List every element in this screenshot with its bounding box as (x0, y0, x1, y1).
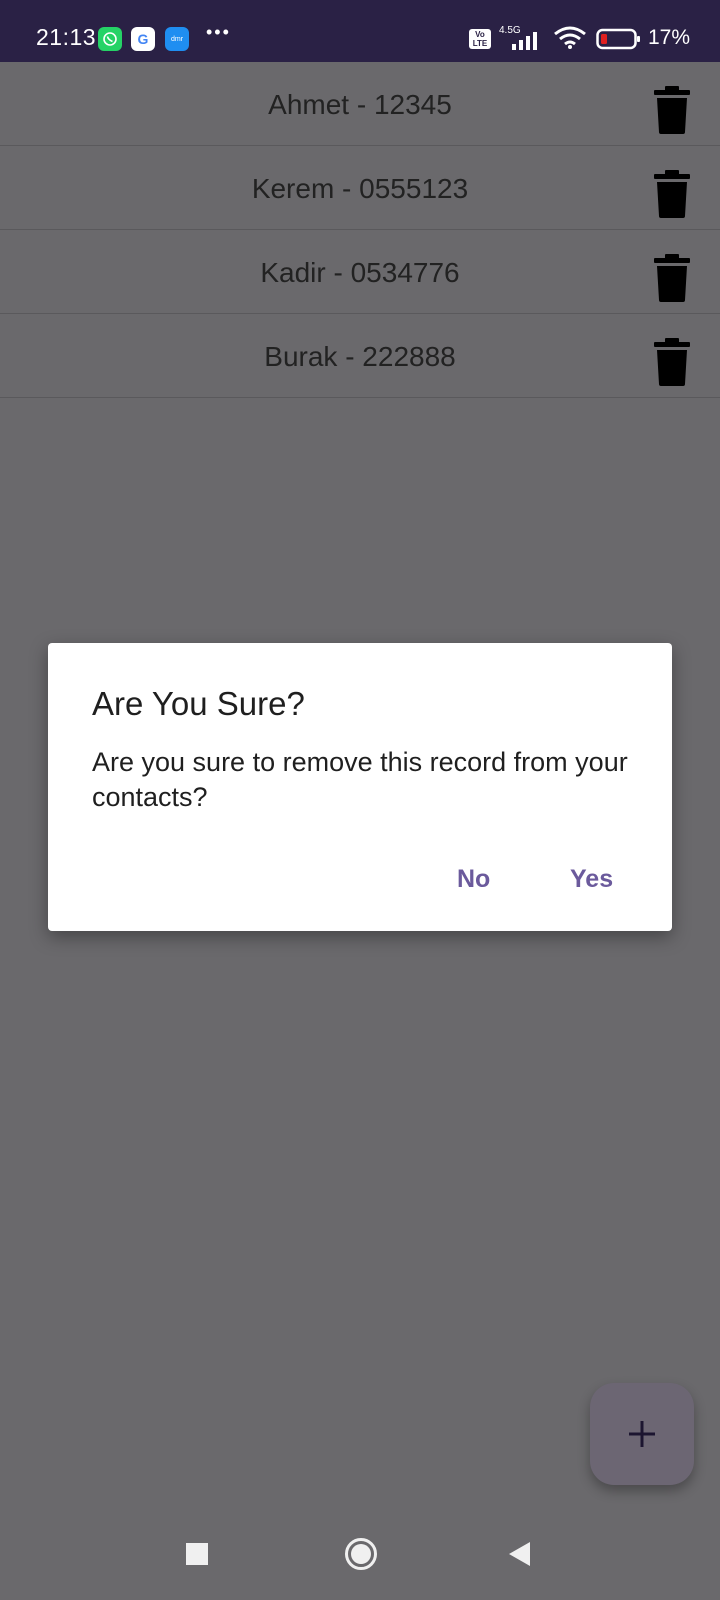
list-item[interactable]: Burak - 222888 (0, 314, 720, 398)
add-contact-button[interactable] (590, 1383, 694, 1485)
wifi-icon (554, 26, 586, 49)
delete-icon[interactable] (654, 254, 690, 302)
list-item[interactable]: Kerem - 0555123 (0, 146, 720, 230)
dialog-message: Are you sure to remove this record from … (92, 747, 628, 812)
status-bar: 21:13 G dmr ••• Vo LTE 4.5G 17% (0, 0, 720, 62)
google-icon: G (131, 27, 155, 51)
volte-badge: Vo LTE (469, 29, 491, 49)
contact-list: Ahmet - 12345 Kerem - 0555123 Kadir - 05… (0, 62, 720, 398)
confirm-dialog: Are You Sure? Are you sure to remove thi… (48, 643, 672, 931)
home-button[interactable] (344, 1537, 378, 1571)
whatsapp-icon (98, 27, 122, 51)
list-item[interactable]: Kadir - 0534776 (0, 230, 720, 314)
back-button[interactable] (508, 1541, 532, 1567)
yes-button[interactable]: Yes (570, 865, 613, 894)
delete-icon[interactable] (654, 338, 690, 386)
status-time: 21:13 (36, 24, 97, 50)
delete-icon[interactable] (654, 86, 690, 134)
battery-percentage: 17% (648, 26, 691, 49)
contact-label: Kerem - 0555123 (251, 173, 469, 204)
contact-label: Kadir - 0534776 (260, 257, 460, 288)
more-notifications-icon: ••• (206, 22, 231, 42)
signal-icon (512, 32, 537, 50)
delete-icon[interactable] (654, 170, 690, 218)
contact-label: Burak - 222888 (264, 341, 456, 372)
plus-icon (629, 1421, 655, 1447)
list-item[interactable]: Ahmet - 12345 (0, 62, 720, 146)
dmr-icon: dmr (165, 27, 189, 51)
contact-label: Ahmet - 12345 (268, 89, 452, 120)
no-button[interactable]: No (457, 865, 490, 894)
battery-icon (596, 28, 640, 50)
dialog-title: Are You Sure? (92, 685, 305, 722)
recents-button[interactable] (186, 1543, 208, 1565)
